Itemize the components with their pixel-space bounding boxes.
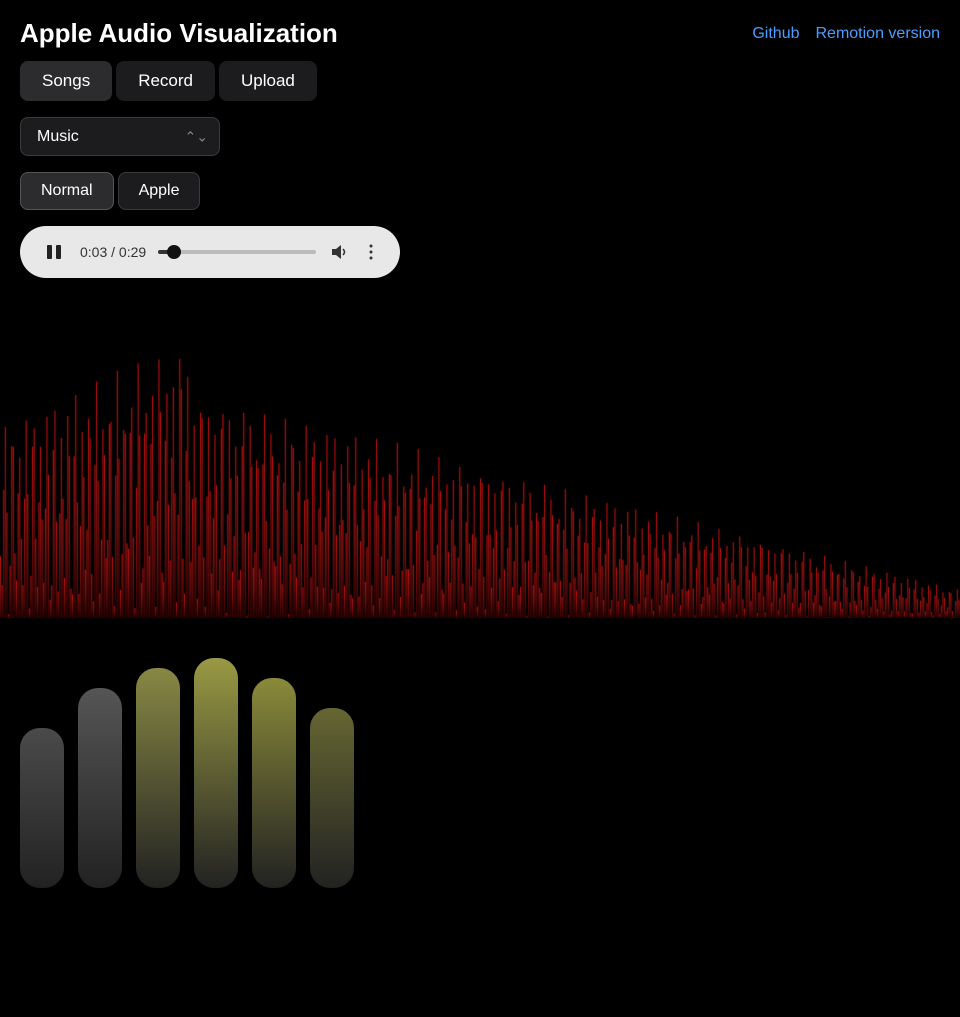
tab-songs[interactable]: Songs bbox=[20, 61, 112, 101]
waveform-visualization bbox=[0, 298, 960, 618]
dropdown-container: Music Podcast Other ⌃⌄ bbox=[20, 117, 220, 156]
bars-visualization bbox=[0, 618, 960, 918]
mode-normal-button[interactable]: Normal bbox=[20, 172, 114, 210]
audio-player: 0:03 / 0:29 bbox=[20, 226, 400, 278]
progress-bar[interactable] bbox=[158, 250, 316, 254]
bar-item bbox=[194, 658, 238, 888]
remotion-link[interactable]: Remotion version bbox=[816, 25, 941, 43]
volume-button[interactable] bbox=[328, 241, 350, 263]
progress-track bbox=[158, 250, 316, 254]
more-options-button[interactable] bbox=[362, 243, 380, 261]
music-dropdown[interactable]: Music Podcast Other bbox=[20, 117, 220, 156]
bar-item bbox=[136, 668, 180, 888]
play-pause-button[interactable] bbox=[40, 238, 68, 266]
player-wrap: 0:03 / 0:29 bbox=[0, 226, 960, 298]
waveform-canvas bbox=[0, 298, 960, 618]
progress-thumb bbox=[167, 245, 181, 259]
github-link[interactable]: Github bbox=[752, 25, 799, 43]
time-separator: / bbox=[111, 244, 119, 260]
header: Apple Audio Visualization Github Remotio… bbox=[0, 0, 960, 61]
bar-item bbox=[252, 678, 296, 888]
bar-item bbox=[310, 708, 354, 888]
time-display: 0:03 / 0:29 bbox=[80, 244, 146, 260]
app-title: Apple Audio Visualization bbox=[20, 18, 338, 49]
mode-apple-button[interactable]: Apple bbox=[118, 172, 201, 210]
tab-bar: Songs Record Upload bbox=[0, 61, 960, 117]
bar-item bbox=[20, 728, 64, 888]
current-time: 0:03 bbox=[80, 244, 107, 260]
tab-upload[interactable]: Upload bbox=[219, 61, 317, 101]
bar-item bbox=[78, 688, 122, 888]
header-links: Github Remotion version bbox=[752, 25, 940, 43]
tab-record[interactable]: Record bbox=[116, 61, 215, 101]
dropdown-wrap: Music Podcast Other ⌃⌄ bbox=[0, 117, 960, 172]
total-time: 0:29 bbox=[119, 244, 146, 260]
mode-bar: Normal Apple bbox=[0, 172, 960, 226]
